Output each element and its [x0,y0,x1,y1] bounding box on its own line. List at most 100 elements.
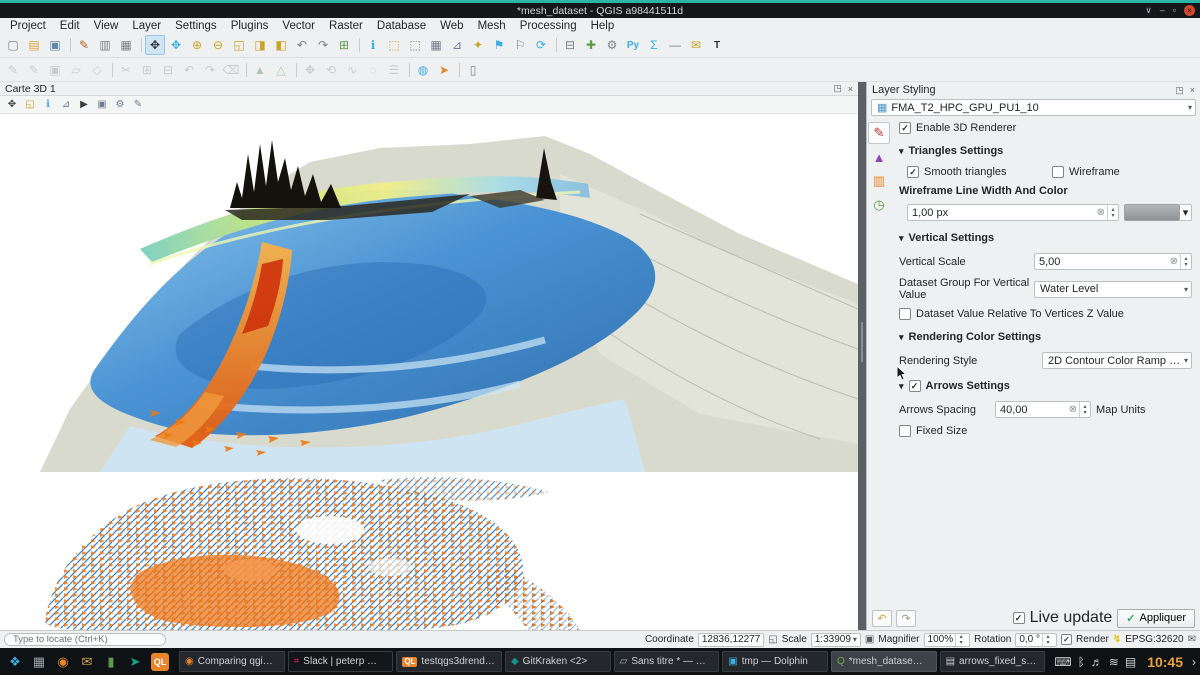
attribute-table-icon[interactable]: ▦ [426,35,446,55]
zoom-to-selection-icon[interactable]: ◨ [250,35,270,55]
firefox-launcher-icon[interactable]: ◉ [52,651,74,673]
fixed-size-checkbox[interactable] [899,425,911,437]
rendering-style-combo[interactable]: 2D Contour Color Ramp Shader ▾ [1042,352,1192,369]
measure-3d-icon[interactable]: ⊿ [58,97,74,113]
undo-icon[interactable]: ↶ [179,60,199,80]
paste-features-icon[interactable]: ⊟ [158,60,178,80]
vertical-scale-input[interactable]: 5,00 ⊗ ▴▾ [1034,253,1192,270]
measure-line-icon[interactable]: ― [665,35,685,55]
project-open-icon[interactable]: ▤ [24,35,44,55]
refresh-icon[interactable]: ⟳ [531,35,551,55]
project-save-icon[interactable]: ▣ [45,35,65,55]
task-dolphin[interactable]: ▣ tmp — Dolphin [722,651,828,672]
reshape-icon[interactable]: ☰ [384,60,404,80]
smooth-triangles-checkbox[interactable]: ✓ [907,166,919,178]
close-panel-icon[interactable]: × [848,84,853,94]
arrows-settings-checkbox[interactable]: ✓ [909,380,921,392]
tab-history[interactable]: ◷ [868,194,890,216]
zoom-full-3d-icon[interactable]: ◱ [22,97,38,113]
relative-z-checkbox[interactable] [899,308,911,320]
menu-layer[interactable]: Layer [125,20,168,32]
clear-icon[interactable]: ⊗ [1168,256,1180,267]
menu-plugins[interactable]: Plugins [224,20,276,32]
chevron-down-icon[interactable]: ▾ [1188,103,1192,112]
menu-vector[interactable]: Vector [275,20,322,32]
camera-pan-icon[interactable]: ✥ [4,97,20,113]
map-tips-icon[interactable]: ✦ [468,35,488,55]
menu-web[interactable]: Web [433,20,470,32]
spinner[interactable]: ▴▾ [1180,254,1191,269]
edit-terrain-icon[interactable]: ✎ [130,97,146,113]
wireframe-color-button[interactable] [1124,204,1180,221]
chevron-down-icon[interactable]: ▾ [1184,356,1188,365]
add-layer-icon[interactable]: ✚ [581,35,601,55]
options-3d-icon[interactable]: ⚙ [112,97,128,113]
pager-icon[interactable]: ▦ [28,651,50,673]
arrows-spacing-input[interactable]: 40,00 ⊗ ▴▾ [995,401,1091,418]
render-checkbox[interactable]: ✓ [1061,634,1072,645]
dock-splitter[interactable] [858,82,866,630]
pan-to-selection-icon[interactable]: ✥ [166,35,186,55]
map3d-dock-header[interactable]: Carte 3D 1 ◳ × [0,82,858,96]
vertex-tool-icon[interactable]: ◇ [87,60,107,80]
extent-toggle-icon[interactable]: ◱ [768,634,777,645]
task-testqgs[interactable]: QL testqgs3drend… [396,651,502,672]
collapse-arrow-icon[interactable]: ▾ [899,381,904,392]
menu-project[interactable]: Project [3,20,53,32]
color-dropdown-arrow[interactable]: ▾ [1180,204,1192,221]
panel-expander-icon[interactable]: › [1192,655,1196,669]
animation-icon[interactable]: ▶ [76,97,92,113]
app-menu-icon[interactable]: ❖ [4,651,26,673]
panel-toggle-icon[interactable]: ▯ [463,60,483,80]
menu-raster[interactable]: Raster [322,20,370,32]
arrow-launcher-icon[interactable]: ➤ [124,651,146,673]
cut-features-icon[interactable]: ✂ [116,60,136,80]
mesh-digitizing-icon[interactable]: ▲ [250,60,270,80]
project-new-icon[interactable]: ▢ [3,35,23,55]
bluetooth-icon[interactable]: ᛒ [1078,655,1085,669]
zoom-out-icon[interactable]: ⊖ [208,35,228,55]
close-button[interactable]: × [1184,5,1195,16]
layer-styling-header[interactable]: Layer Styling ◳ × [867,82,1200,98]
lock-scale-icon[interactable]: ▣ [865,634,874,645]
rotate-feature-icon[interactable]: ⟲ [321,60,341,80]
chevron-down-icon[interactable]: ▾ [1184,285,1188,294]
chevron-down-icon[interactable]: ▾ [853,635,857,644]
save-edits-icon[interactable]: ▣ [45,60,65,80]
task-qgis-mesh[interactable]: Q *mesh_datase… [831,651,937,672]
pan-map-icon[interactable]: ✥ [145,35,165,55]
notifications-icon[interactable]: ▤ [1125,655,1136,669]
close-panel-icon[interactable]: × [1190,85,1195,95]
spinner[interactable]: ▴▾ [955,634,966,646]
menu-settings[interactable]: Settings [168,20,224,32]
lightning-icon[interactable]: ↯ [1113,634,1121,645]
add-feature-icon[interactable]: ▱ [66,60,86,80]
menu-database[interactable]: Database [370,20,433,32]
new-layout-icon[interactable]: ▥ [95,35,115,55]
task-kate[interactable]: ▱ Sans titre * — … [614,651,720,672]
coordinate-input[interactable]: 12836,12277 [698,633,764,647]
magnifier-input[interactable]: 100% ▴▾ [924,633,971,647]
deselect-icon[interactable]: ⬚ [405,35,425,55]
maximize-button[interactable]: ▫ [1173,6,1176,15]
text-annotation-icon[interactable]: T [707,35,727,55]
zoom-last-icon[interactable]: ↶ [292,35,312,55]
mail-launcher-icon[interactable]: ✉ [76,651,98,673]
new-bookmark-icon[interactable]: ⚑ [489,35,509,55]
ql-launcher-icon[interactable]: QL [151,653,169,671]
collapse-arrow-icon[interactable]: ▾ [899,332,904,343]
clock[interactable]: 10:45 [1147,654,1183,670]
copy-features-icon[interactable]: ⊞ [137,60,157,80]
menu-view[interactable]: View [87,20,126,32]
zoom-in-icon[interactable]: ⊕ [187,35,207,55]
python-console-icon[interactable]: Py [623,35,643,55]
measure-icon[interactable]: ⊿ [447,35,467,55]
undo-style-button[interactable]: ↶ [872,610,892,627]
locate-input[interactable] [4,633,166,646]
layer-selector-combo[interactable]: ▦ FMA_T2_HPC_GPU_PU1_10 ▾ [871,99,1196,116]
marble-globe-icon[interactable]: ◍ [413,60,433,80]
terminal-launcher-icon[interactable]: ▮ [100,651,122,673]
simplify-feature-icon[interactable]: ∿ [342,60,362,80]
move-feature-icon[interactable]: ✥ [300,60,320,80]
zoom-next-icon[interactable]: ↷ [313,35,333,55]
